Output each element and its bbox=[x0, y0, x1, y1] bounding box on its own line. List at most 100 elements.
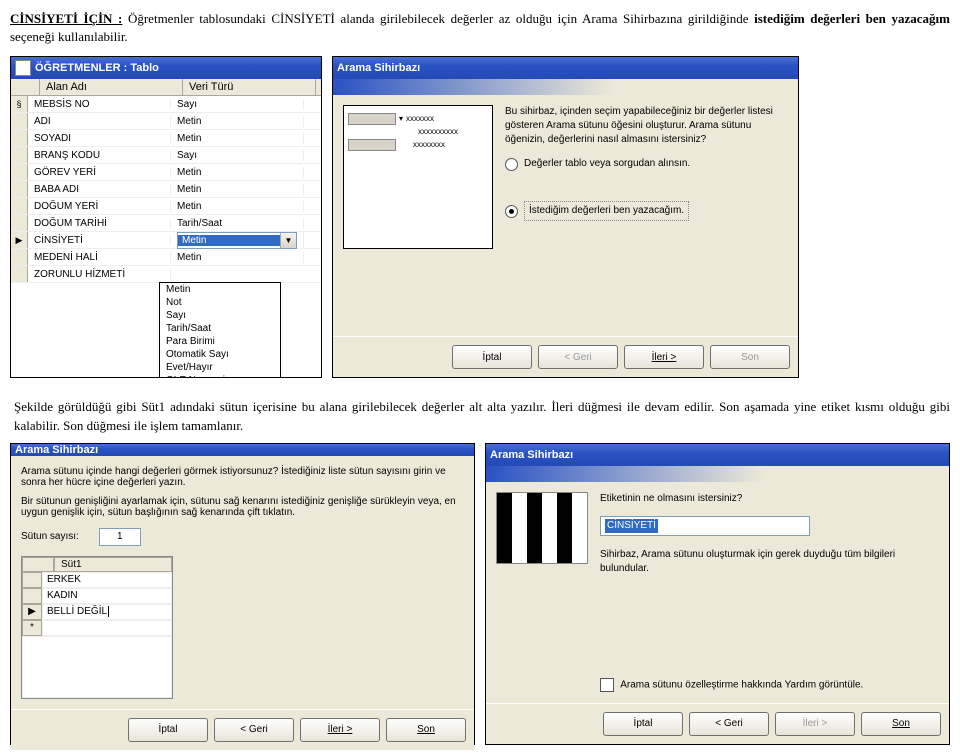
field-type[interactable]: Metin bbox=[171, 201, 304, 212]
table-icon bbox=[15, 60, 31, 76]
table-row[interactable]: GÖREV YERİMetin bbox=[11, 164, 321, 181]
table-row[interactable]: §MEBSİS NOSayı bbox=[11, 96, 321, 113]
field-type[interactable]: Metin bbox=[171, 116, 304, 127]
para2-text: Şekilde görüldüğü gibi Süt1 adındaki süt… bbox=[10, 398, 950, 434]
finish-button[interactable]: Son bbox=[386, 718, 466, 742]
field-name[interactable]: SOYADI bbox=[28, 133, 171, 144]
wizard-titlebar: Arama Sihirbazı bbox=[333, 57, 798, 79]
column-count-label: Sütun sayısı: bbox=[21, 531, 79, 542]
header-veri-turu[interactable]: Veri Türü bbox=[183, 79, 316, 95]
table-row[interactable]: DOĞUM TARİHİTarih/Saat bbox=[11, 215, 321, 232]
table-row[interactable]: BABA ADIMetin bbox=[11, 181, 321, 198]
current-row-marker-icon: ▶ bbox=[22, 604, 42, 620]
field-type[interactable]: Tarih/Saat bbox=[171, 218, 304, 229]
radio-icon[interactable] bbox=[505, 158, 518, 171]
wizard-titlebar: Arama Sihirbazı bbox=[11, 444, 474, 456]
field-name[interactable]: DOĞUM TARİHİ bbox=[28, 218, 171, 229]
values-grid[interactable]: Süt1 ERKEK KADIN ▶BELLİ DEĞİL * bbox=[21, 556, 173, 699]
next-button[interactable]: İleri > bbox=[775, 712, 855, 736]
type-dropdown-list[interactable]: Metin Not Sayı Tarih/Saat Para Birimi Ot… bbox=[159, 282, 281, 377]
wizard-header-bar bbox=[333, 79, 798, 95]
finish-button[interactable]: Son bbox=[861, 712, 941, 736]
finish-button[interactable]: Son bbox=[710, 345, 790, 369]
next-button[interactable]: İleri > bbox=[624, 345, 704, 369]
active-type-value: Metin bbox=[178, 235, 280, 246]
grid-cell-editing[interactable]: BELLİ DEĞİL bbox=[42, 604, 172, 620]
radio-icon-checked[interactable] bbox=[505, 205, 518, 218]
grid-cell-new[interactable] bbox=[42, 620, 172, 636]
field-name[interactable]: GÖREV YERİ bbox=[28, 167, 171, 178]
wizard-intro-text: Bu sihirbaz, içinden seçim yapabileceğin… bbox=[505, 105, 788, 147]
wizard-title: Arama Sihirbazı bbox=[490, 449, 573, 461]
para1-underline: CİNSİYETİ İÇİN : bbox=[10, 11, 122, 26]
label-input[interactable]: CİNSİYETİ bbox=[600, 516, 810, 536]
help-checkbox[interactable] bbox=[600, 678, 614, 692]
dropdown-option[interactable]: Para Birimi bbox=[160, 335, 280, 348]
back-button[interactable]: < Geri bbox=[214, 718, 294, 742]
wizard3-done-text: Sihirbaz, Arama sütunu oluşturmak için g… bbox=[600, 548, 939, 576]
cancel-button[interactable]: İptal bbox=[603, 712, 683, 736]
table-row[interactable]: MEDENİ HALİMetin bbox=[11, 249, 321, 266]
field-name-active[interactable]: CİNSİYETİ bbox=[28, 235, 171, 246]
field-name[interactable]: BABA ADI bbox=[28, 184, 171, 195]
key-icon: § bbox=[11, 96, 28, 112]
grid-cell[interactable]: ERKEK bbox=[42, 572, 172, 588]
field-name[interactable]: ADI bbox=[28, 116, 171, 127]
dropdown-option[interactable]: Not bbox=[160, 296, 280, 309]
column-count-input[interactable]: 1 bbox=[99, 528, 141, 546]
grid-corner bbox=[22, 557, 54, 572]
chevron-down-icon: ▾ bbox=[399, 114, 403, 123]
wizard-column-values-window: Arama Sihirbazı Arama sütunu içinde hang… bbox=[10, 443, 475, 745]
table-window-title: ÖĞRETMENLER : Tablo bbox=[35, 62, 159, 74]
field-name[interactable]: MEBSİS NO bbox=[28, 99, 171, 110]
grid-column-header[interactable]: Süt1 bbox=[54, 557, 172, 572]
back-button[interactable]: < Geri bbox=[689, 712, 769, 736]
table-row[interactable]: DOĞUM YERİMetin bbox=[11, 198, 321, 215]
field-type[interactable]: Metin bbox=[171, 184, 304, 195]
new-row-marker-icon: * bbox=[22, 620, 42, 636]
cancel-button[interactable]: İptal bbox=[452, 345, 532, 369]
back-button[interactable]: < Geri bbox=[538, 345, 618, 369]
dropdown-option[interactable]: Tarih/Saat bbox=[160, 322, 280, 335]
table-row[interactable]: BRANŞ KODUSayı bbox=[11, 147, 321, 164]
table-row[interactable]: SOYADIMetin bbox=[11, 130, 321, 147]
preview-value: xxxxxxx bbox=[406, 114, 434, 123]
preview-value: xxxxxxxx bbox=[413, 140, 445, 149]
field-type[interactable]: Metin bbox=[171, 133, 304, 144]
option-label: Değerler tablo veya sorgudan alınsın. bbox=[524, 157, 690, 171]
table-titlebar: ÖĞRETMENLER : Tablo bbox=[11, 57, 321, 79]
field-name[interactable]: DOĞUM YERİ bbox=[28, 201, 171, 212]
next-button[interactable]: İleri > bbox=[300, 718, 380, 742]
dropdown-option[interactable]: OLE Nesnesi bbox=[160, 374, 280, 377]
table-row[interactable]: ADIMetin bbox=[11, 113, 321, 130]
field-type[interactable]: Metin bbox=[171, 252, 304, 263]
help-checkbox-label: Arama sütunu özelleştirme hakkında Yardı… bbox=[620, 680, 863, 691]
para1-tail: seçeneği kullanılabilir. bbox=[10, 29, 128, 44]
table-grid: Alan Adı Veri Türü §MEBSİS NOSayı ADIMet… bbox=[11, 79, 321, 377]
field-type-active[interactable]: Metin ▼ bbox=[171, 232, 304, 249]
table-row-active[interactable]: ▶ CİNSİYETİ Metin ▼ bbox=[11, 232, 321, 249]
field-type[interactable]: Metin bbox=[171, 167, 304, 178]
preview-value: xxxxxxxxxx bbox=[418, 127, 458, 136]
dropdown-option[interactable]: Metin bbox=[160, 283, 280, 296]
para1-rest: Öğretmenler tablosundaki CİNSİYETİ aland… bbox=[128, 11, 754, 26]
dropdown-option[interactable]: Otomatik Sayı bbox=[160, 348, 280, 361]
field-name[interactable]: BRANŞ KODU bbox=[28, 150, 171, 161]
dropdown-option[interactable]: Sayı bbox=[160, 309, 280, 322]
cancel-button[interactable]: İptal bbox=[128, 718, 208, 742]
grid-cell[interactable]: KADIN bbox=[42, 588, 172, 604]
table-row[interactable]: ZORUNLU HİZMETİ bbox=[11, 266, 321, 283]
field-name[interactable]: MEDENİ HALİ bbox=[28, 252, 171, 263]
wizard-header-bar bbox=[486, 466, 949, 482]
wizard-title: Arama Sihirbazı bbox=[337, 62, 420, 74]
dropdown-option[interactable]: Evet/Hayır bbox=[160, 361, 280, 374]
option-from-table[interactable]: Değerler tablo veya sorgudan alınsın. bbox=[505, 157, 788, 171]
field-name[interactable]: ZORUNLU HİZMETİ bbox=[28, 269, 171, 280]
header-alan-adi[interactable]: Alan Adı bbox=[40, 79, 183, 95]
field-type[interactable]: Sayı bbox=[171, 99, 304, 110]
field-type[interactable]: Sayı bbox=[171, 150, 304, 161]
option-type-values[interactable]: İstediğim değerleri ben yazacağım. bbox=[505, 201, 788, 221]
wizard2-text1: Arama sütunu içinde hangi değerleri görm… bbox=[21, 466, 464, 488]
wizard2-text2: Bir sütunun genişliğini ayarlamak için, … bbox=[21, 496, 464, 518]
type-dropdown-button[interactable]: ▼ bbox=[280, 233, 296, 248]
